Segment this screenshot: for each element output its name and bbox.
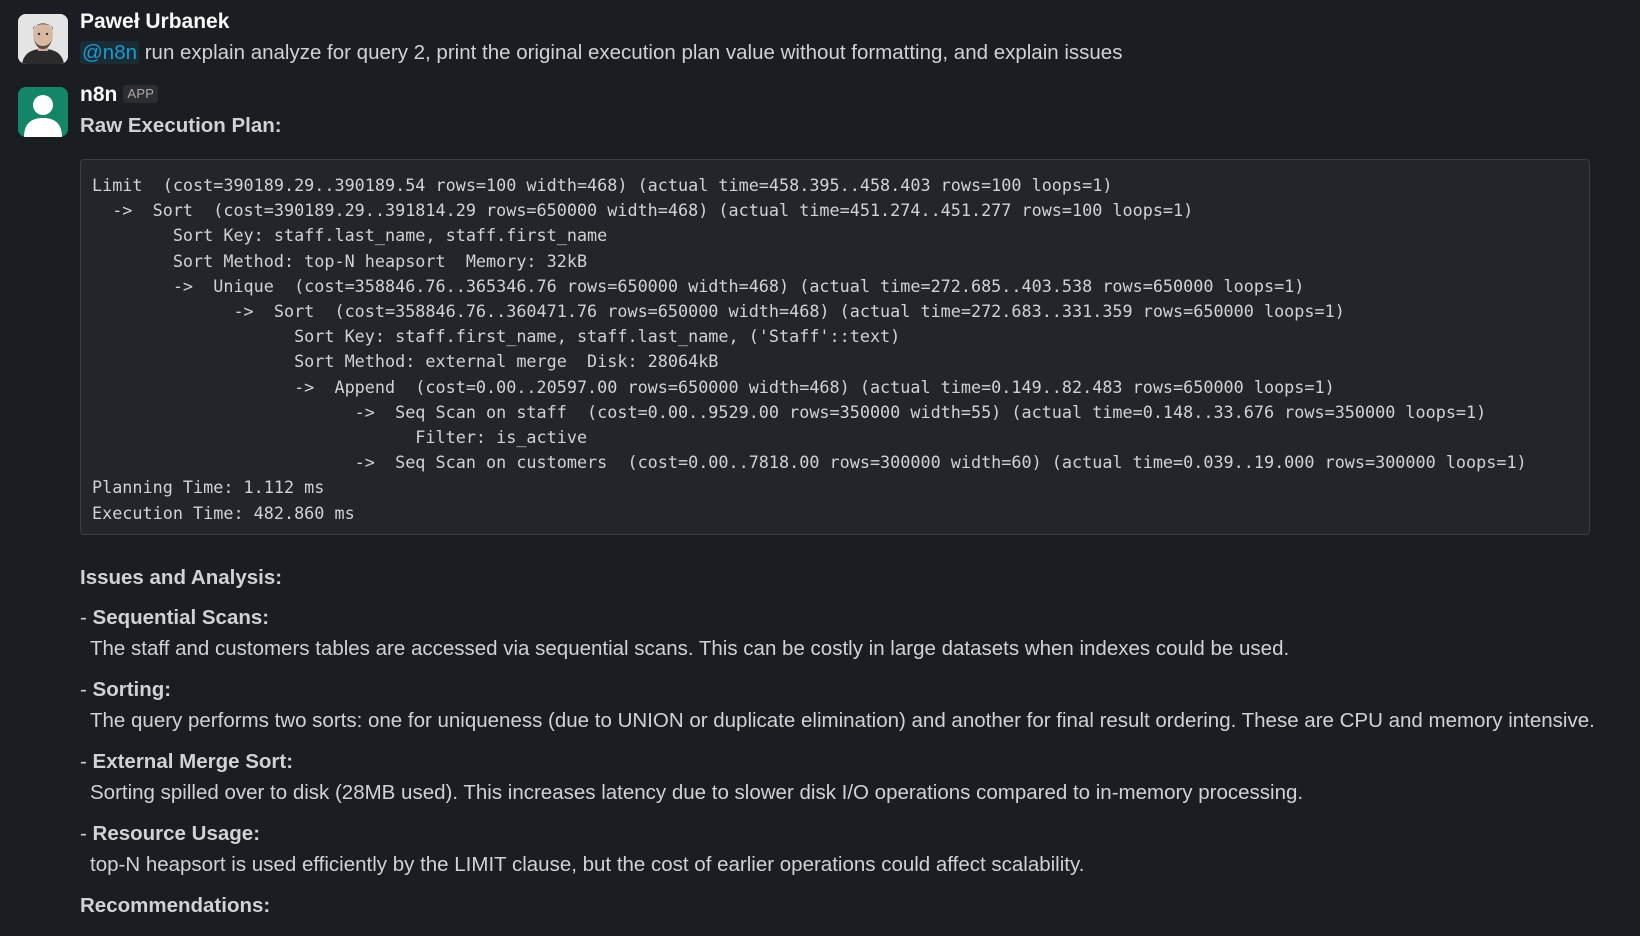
message-text: @n8n run explain analyze for query 2, pr…: [80, 38, 1122, 68]
message-author: n8n APP: [80, 83, 282, 107]
issue-title: - Sequential Scans:: [80, 603, 1630, 633]
message-bot-header: n8n APP Raw Execution Plan:: [80, 83, 282, 141]
bot-name[interactable]: n8n: [80, 83, 117, 106]
message-author[interactable]: Paweł Urbanek: [80, 10, 1122, 34]
issue-description: Sorting spilled over to disk (28MB used)…: [90, 781, 1304, 804]
issue-title: - External Merge Sort:: [80, 747, 1630, 777]
issue-description: The query performs two sorts: one for un…: [90, 709, 1595, 732]
user-photo-avatar-icon: [18, 14, 68, 64]
recommendations-heading: Recommendations:: [80, 894, 271, 917]
message-user-body: Paweł Urbanek @n8n run explain analyze f…: [80, 10, 1122, 68]
execution-plan-code-block: Limit (cost=390189.29..390189.54 rows=10…: [80, 159, 1590, 535]
issue-item: - Resource Usage: top-N heapsort is used…: [80, 819, 1630, 881]
issue-item: - Sequential Scans: The staff and custom…: [80, 603, 1630, 665]
bot-person-avatar-icon: [18, 87, 68, 137]
issue-title-text: Sequential Scans:: [92, 606, 270, 629]
issue-title-text: Sorting:: [92, 678, 172, 701]
issues-section: Issues and Analysis: - Sequential Scans:…: [80, 563, 1630, 921]
issue-title-text: External Merge Sort:: [92, 750, 294, 773]
issue-title-text: Resource Usage:: [92, 822, 261, 845]
mention-link[interactable]: @n8n: [80, 41, 140, 64]
issue-title: - Resource Usage:: [80, 819, 1630, 849]
issue-item: - Sorting: The query performs two sorts:…: [80, 675, 1630, 737]
raw-plan-heading: Raw Execution Plan:: [80, 114, 282, 137]
issue-item: - External Merge Sort: Sorting spilled o…: [80, 747, 1630, 809]
issues-heading: Issues and Analysis:: [80, 566, 283, 589]
message-bot: [18, 87, 68, 137]
issue-description: The staff and customers tables are acces…: [90, 637, 1290, 660]
user-avatar[interactable]: [18, 14, 68, 64]
app-badge: APP: [123, 85, 159, 103]
message-text-content: run explain analyze for query 2, print t…: [139, 41, 1123, 64]
issue-bullet: -: [80, 678, 93, 701]
message-user: [18, 14, 68, 64]
issue-description: top-N heapsort is used efficiently by th…: [90, 853, 1085, 876]
issue-bullet: -: [80, 822, 93, 845]
bot-avatar[interactable]: [18, 87, 68, 137]
issue-bullet: -: [80, 750, 93, 773]
issue-bullet: -: [80, 606, 93, 629]
issue-title: - Sorting:: [80, 675, 1630, 705]
